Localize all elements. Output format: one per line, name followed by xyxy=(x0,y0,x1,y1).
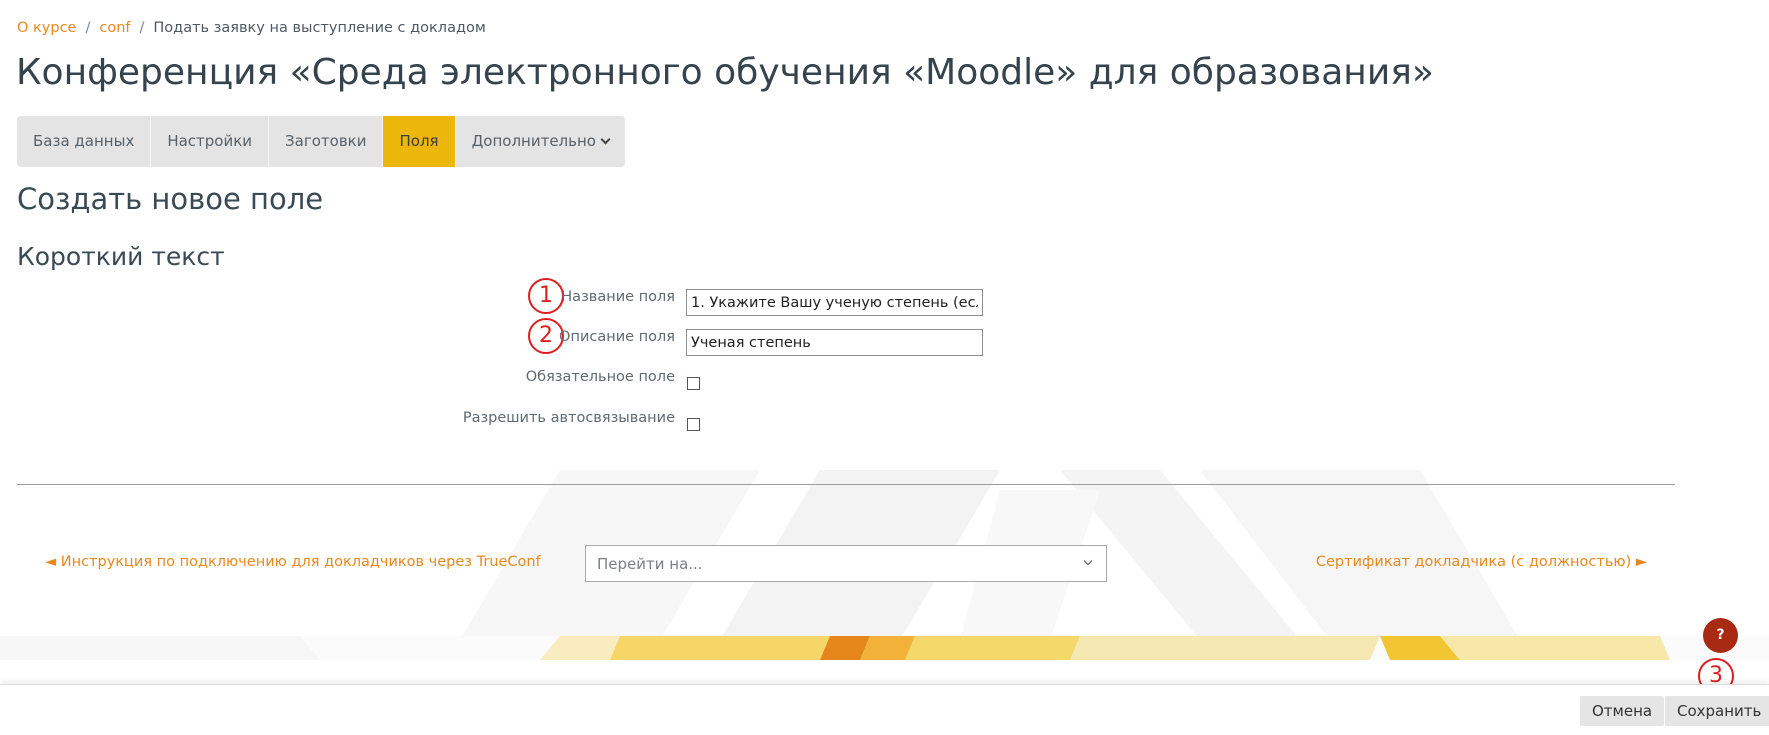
prev-activity-link[interactable]: ◄ Инструкция по подключению для докладчи… xyxy=(45,554,541,570)
jump-to-placeholder: Перейти на... xyxy=(597,555,703,573)
breadcrumb-link-conf[interactable]: conf xyxy=(99,20,130,36)
field-description-input[interactable] xyxy=(686,329,983,356)
tab-fields[interactable]: Поля xyxy=(383,116,456,167)
help-button[interactable]: ? xyxy=(1703,618,1738,653)
tab-label: Дополнительно xyxy=(471,132,596,150)
section-title: Создать новое поле xyxy=(17,182,324,216)
save-button[interactable]: Сохранить xyxy=(1665,696,1769,726)
tab-presets[interactable]: Заготовки xyxy=(269,116,384,167)
chevron-down-icon xyxy=(1083,556,1093,566)
field-description-label: Описание поля xyxy=(559,329,675,345)
breadcrumb-separator: / xyxy=(139,20,145,36)
autolink-checkbox[interactable] xyxy=(687,418,700,431)
jump-to-select[interactable]: Перейти на... xyxy=(585,545,1107,582)
annotation-marker-1: 1 xyxy=(528,278,564,314)
divider xyxy=(17,484,1675,485)
tab-label: Настройки xyxy=(167,132,253,150)
tab-label: Поля xyxy=(399,132,439,150)
tab-database[interactable]: База данных xyxy=(17,116,152,167)
autolink-label: Разрешить автосвязывание xyxy=(462,410,675,426)
sticky-footer xyxy=(0,684,1769,735)
tab-bar: База данных Настройки Заготовки Поля Доп… xyxy=(17,116,625,167)
chevron-down-icon xyxy=(600,134,611,145)
breadcrumb-link-course[interactable]: О курсе xyxy=(17,20,76,36)
required-field-label: Обязательное поле xyxy=(525,369,675,385)
required-field-checkbox[interactable] xyxy=(687,377,700,390)
tab-settings[interactable]: Настройки xyxy=(151,116,270,167)
cancel-button[interactable]: Отмена xyxy=(1580,696,1665,726)
tab-label: База данных xyxy=(33,132,135,150)
breadcrumb: О курсе / conf / Подать заявку на выступлени… xyxy=(17,20,486,36)
decorative-band xyxy=(0,636,1769,660)
tab-more[interactable]: Дополнительно xyxy=(455,116,625,167)
breadcrumb-current: Подать заявку на выступление с докладом xyxy=(153,20,486,36)
breadcrumb-separator: / xyxy=(85,20,91,36)
next-activity-link[interactable]: Сертификат докладчика (с должностью) ► xyxy=(1316,554,1647,570)
field-type-title: Короткий текст xyxy=(17,242,225,271)
tab-label: Заготовки xyxy=(285,132,367,150)
field-name-input[interactable] xyxy=(686,289,983,316)
field-name-label: Название поля xyxy=(561,289,675,305)
page-title: Конференция «Среда электронного обучения… xyxy=(16,52,1434,93)
